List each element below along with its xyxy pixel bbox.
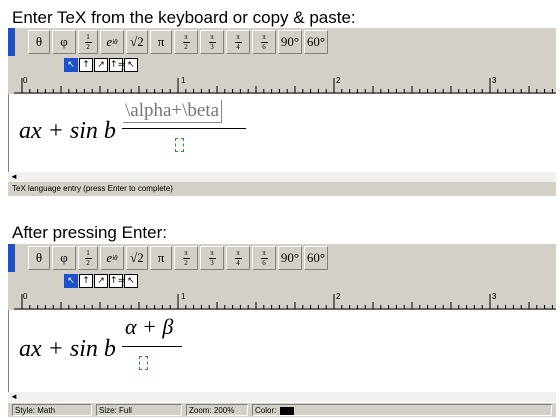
symbol-palette: θ φ 12 e iθ √2 π π2 π3 π4 π6 90° 60° (28, 246, 330, 270)
exp-button[interactable]: e iθ (100, 30, 124, 54)
nudge-upright-button[interactable]: ↗ (94, 274, 108, 288)
denominator-slot[interactable] (175, 138, 184, 152)
sqrt-button[interactable]: √2 (126, 246, 148, 270)
pi-over-4-button[interactable]: π4 (226, 246, 250, 270)
pi-over-4-button[interactable]: π4 (226, 30, 250, 54)
status-zoom: Zoom: 200% (186, 404, 248, 416)
pi-button[interactable]: π (150, 246, 172, 270)
nudge-equal-button[interactable]: ↑= (109, 274, 125, 288)
nudge-up-button[interactable]: ↑ (79, 274, 93, 288)
nudge-upright-button[interactable]: ↗ (94, 58, 108, 72)
pi-over-6-button[interactable]: π6 (252, 246, 276, 270)
status-color: Color: (252, 404, 552, 416)
horizontal-scrollbar-bottom[interactable]: ◄ (8, 392, 556, 402)
theta-button[interactable]: θ (28, 30, 50, 54)
deg-90-button[interactable]: 90° (278, 30, 302, 54)
pi-over-2-button[interactable]: π2 (174, 30, 198, 54)
toolbar-panel-bottom: θ φ 12 e iθ √2 π π2 π3 π4 π6 90° 60° ↖ ↑ … (8, 244, 556, 310)
status-size: Size: Full (96, 404, 182, 416)
pi-button[interactable]: π (150, 30, 172, 54)
ruler-label-3: 3 (492, 292, 497, 301)
rendered-fraction-numerator: α + β (125, 314, 174, 339)
math-expression: ax + sin b (19, 118, 116, 144)
fraction-bar (122, 346, 182, 347)
nudge-upleft-button[interactable]: ↖ (64, 58, 78, 72)
document-area-top[interactable]: ax + sin b \alpha+\beta (8, 94, 557, 172)
scroll-left-icon[interactable]: ◄ (10, 172, 18, 182)
phi-button[interactable]: φ (52, 246, 76, 270)
sqrt-button[interactable]: √2 (126, 30, 148, 54)
ruler-label-1: 1 (181, 292, 186, 301)
status-bar-tex-entry: TeX language entry (press Enter to compl… (8, 182, 556, 196)
pi-over-6-button[interactable]: π6 (252, 30, 276, 54)
ruler-label-1: 1 (181, 76, 186, 85)
pi-over-2-button[interactable]: π2 (174, 246, 198, 270)
caption-tex-entry: Enter TeX from the keyboard or copy & pa… (12, 8, 356, 27)
fraction-half-button[interactable]: 12 (78, 246, 98, 270)
scroll-left-icon[interactable]: ◄ (10, 392, 18, 402)
caption-after-enter: After pressing Enter: (12, 223, 167, 242)
ruler-label-0: 0 (23, 76, 28, 85)
ruler: 0 1 2 3 (14, 76, 556, 94)
deg-90-button[interactable]: 90° (278, 246, 302, 270)
ruler-label-3: 3 (492, 76, 497, 85)
ruler-label-2: 2 (336, 76, 341, 85)
fraction-half-button[interactable]: 12 (78, 30, 98, 54)
accent-bar (8, 28, 15, 56)
color-swatch[interactable] (280, 406, 295, 415)
fraction-bar (122, 128, 246, 129)
ruler: 0 1 2 3 (14, 292, 556, 310)
small-button-row: ↖ ↑ ↗ ↑= ↖ (64, 274, 139, 288)
nudge-upleft-button[interactable]: ↖ (64, 274, 78, 288)
theta-button[interactable]: θ (28, 246, 50, 270)
nudge-equal-button[interactable]: ↑= (109, 58, 125, 72)
status-bar-bottom: Style: Math Size: Full Zoom: 200% Color: (8, 403, 556, 417)
pi-over-3-button[interactable]: π3 (200, 246, 224, 270)
ruler-label-0: 0 (23, 292, 28, 301)
status-style: Style: Math (12, 404, 92, 416)
horizontal-scrollbar-top[interactable]: ◄ (8, 172, 556, 182)
math-expression: ax + sin b (19, 336, 116, 362)
nudge-up-button[interactable]: ↑ (79, 58, 93, 72)
ruler-label-2: 2 (336, 292, 341, 301)
symbol-palette: θ φ 12 e iθ √2 π π2 π3 π4 π6 90° 60° (28, 30, 330, 54)
exp-button[interactable]: e iθ (100, 246, 124, 270)
denominator-slot[interactable] (139, 356, 148, 370)
nudge-left-button[interactable]: ↖ (124, 58, 138, 72)
nudge-left-button[interactable]: ↖ (124, 274, 138, 288)
deg-60-button[interactable]: 60° (304, 246, 328, 270)
document-area-bottom[interactable]: ax + sin b α + β (8, 310, 557, 392)
deg-60-button[interactable]: 60° (304, 30, 328, 54)
small-button-row: ↖ ↑ ↗ ↑= ↖ (64, 58, 139, 72)
accent-bar (8, 244, 15, 272)
phi-button[interactable]: φ (52, 30, 76, 54)
toolbar-panel-top: θ φ 12 e iθ √2 π π2 π3 π4 π6 90° 60° ↖ ↑ … (8, 28, 556, 94)
tex-input-field[interactable]: \alpha+\beta (123, 100, 223, 123)
pi-over-3-button[interactable]: π3 (200, 30, 224, 54)
